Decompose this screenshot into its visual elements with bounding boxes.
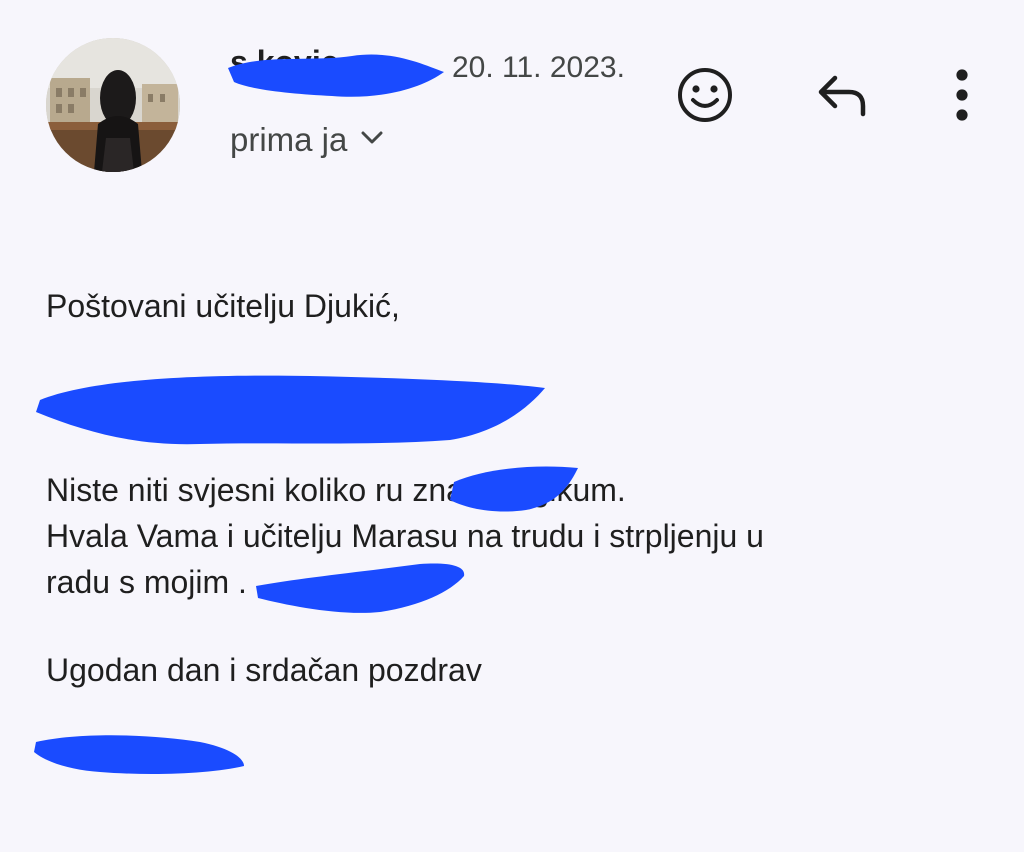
recipient-toggle[interactable]: prima ja (230, 118, 383, 162)
sender-name[interactable]: s kovic (230, 42, 339, 82)
add-reaction-icon (678, 68, 732, 122)
paragraph-line-1: Niste niti svjesni koliko ru znači Logik… (46, 472, 626, 508)
reply-icon (818, 75, 866, 117)
paragraph-line-3: radu s mojim . (46, 564, 247, 600)
reply-button[interactable] (808, 60, 878, 130)
sender-avatar[interactable] (46, 38, 180, 172)
message-header: s kovic 20. 11. 2023. prima ja (0, 0, 1024, 200)
more-options-button[interactable] (927, 60, 997, 130)
avatar-photo (46, 38, 180, 172)
redaction-line-1 (36, 375, 545, 445)
redaction-inline-2 (256, 563, 465, 613)
greeting-line: Poštovani učitelju Djukić, (46, 288, 400, 324)
recipient-label: prima ja (230, 121, 348, 158)
signature-redaction (34, 735, 244, 774)
paragraph-line-2: Hvala Vama i učitelju Marasu na trudu i … (46, 518, 764, 554)
add-reaction-button[interactable] (670, 60, 740, 130)
chevron-down-icon[interactable] (361, 131, 383, 150)
closing-line: Ugodan dan i srdačan pozdrav (46, 652, 482, 688)
more-vert-icon (956, 69, 968, 121)
message-date: 20. 11. 2023. (452, 51, 625, 84)
